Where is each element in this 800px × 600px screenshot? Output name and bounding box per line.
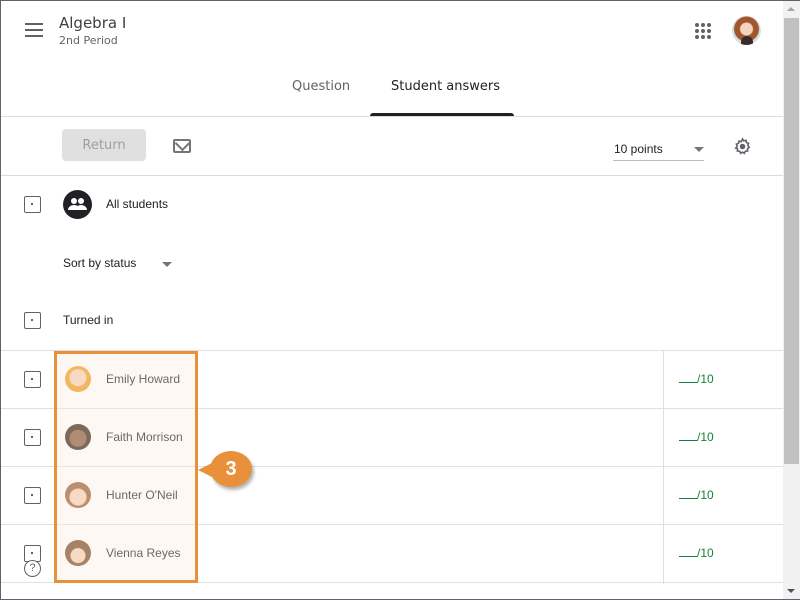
select-all-checkbox[interactable]	[24, 196, 41, 213]
gear-icon[interactable]	[733, 137, 752, 156]
student-name[interactable]: Hunter O'Neil	[106, 488, 178, 502]
toolbar-divider	[1, 175, 783, 176]
grade-input[interactable]: /10	[679, 546, 714, 560]
sort-label: Sort by status	[63, 256, 137, 270]
points-dropdown[interactable]: 10 points	[613, 139, 704, 161]
chevron-down-icon	[694, 147, 704, 152]
student-checkbox[interactable]	[24, 371, 41, 388]
grade-column-divider	[663, 351, 664, 584]
apps-grid-icon[interactable]	[695, 23, 711, 39]
turned-in-header: Turned in	[63, 313, 114, 327]
student-avatar	[65, 540, 91, 566]
tab-question[interactable]: Question	[292, 79, 350, 94]
scroll-down-arrow-icon[interactable]	[787, 589, 795, 593]
student-name[interactable]: Faith Morrison	[106, 430, 183, 444]
tab-student-answers[interactable]: Student answers	[391, 79, 500, 94]
annotation-callout: 3	[198, 451, 252, 487]
student-checkbox[interactable]	[24, 429, 41, 446]
grade-input[interactable]: /10	[679, 372, 714, 386]
row-divider	[1, 350, 783, 351]
row-divider	[1, 582, 783, 583]
student-name[interactable]: Vienna Reyes	[106, 546, 181, 560]
return-button[interactable]: Return	[62, 129, 146, 161]
turned-in-checkbox[interactable]	[24, 312, 41, 329]
row-divider	[1, 408, 783, 409]
class-subtitle: 2nd Period	[59, 34, 118, 47]
row-divider	[1, 524, 783, 525]
envelope-icon[interactable]	[173, 139, 191, 153]
tabs-divider	[1, 116, 783, 117]
scroll-thumb[interactable]	[784, 18, 799, 464]
chevron-down-icon	[162, 262, 172, 267]
scroll-up-arrow-icon[interactable]	[787, 7, 795, 11]
user-avatar[interactable]	[732, 16, 761, 45]
grade-input[interactable]: /10	[679, 430, 714, 444]
points-value: 10 points	[614, 142, 663, 156]
hamburger-menu-icon[interactable]	[25, 23, 43, 37]
sort-dropdown[interactable]: Sort by status	[63, 256, 175, 274]
grade-input[interactable]: /10	[679, 488, 714, 502]
all-students-label: All students	[106, 197, 169, 211]
help-icon[interactable]: ?	[24, 560, 41, 577]
row-divider	[1, 466, 783, 467]
student-name[interactable]: Emily Howard	[106, 372, 180, 386]
group-icon	[63, 190, 92, 219]
student-checkbox[interactable]	[24, 487, 41, 504]
classroom-page: Algebra I 2nd Period Question Student an…	[1, 1, 783, 599]
student-avatar	[65, 424, 91, 450]
vertical-scrollbar[interactable]	[783, 1, 800, 599]
class-title: Algebra I	[59, 14, 127, 32]
student-avatar	[65, 482, 91, 508]
student-avatar	[65, 366, 91, 392]
